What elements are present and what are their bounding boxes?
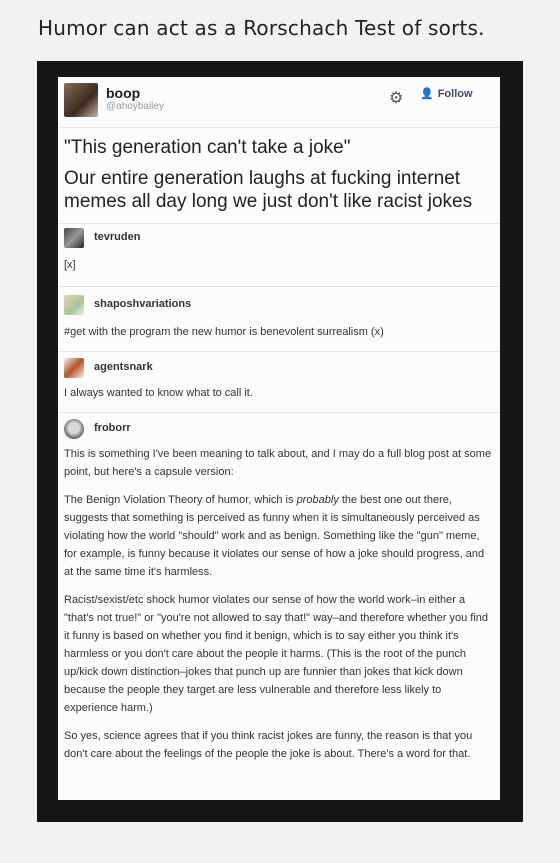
text-run: the best one out there, suggests that so… — [64, 494, 485, 578]
avatar[interactable] — [64, 295, 84, 315]
avatar[interactable] — [64, 419, 84, 439]
reply-username[interactable]: shaposhvariations — [94, 298, 191, 310]
reply-paragraph: This is something I've been meaning to t… — [64, 448, 492, 478]
post-header: boop @ahoybailey ⚙ 👤 Follow — [58, 77, 500, 128]
text-run: The Benign Violation Theory of humor, wh… — [64, 494, 297, 506]
avatar[interactable] — [64, 358, 84, 378]
post-text: Our entire generation laughs at fucking … — [64, 168, 473, 212]
reply-paragraph: The Benign Violation Theory of humor, wh… — [64, 491, 494, 581]
reply-paragraph: So yes, science agrees that if you think… — [64, 730, 473, 760]
reply-body: This is something I've been meaning to t… — [64, 441, 494, 763]
reply-body: I always wanted to know what to call it. — [64, 387, 253, 399]
reply-item: agentsnark I always wanted to know what … — [58, 351, 500, 412]
tumblr-post: boop @ahoybailey ⚙ 👤 Follow "This generat… — [58, 77, 500, 800]
follow-button[interactable]: 👤 Follow — [420, 87, 473, 100]
reply-item: froborr This is something I've been mean… — [58, 412, 500, 763]
emphasis-text: probably — [296, 494, 339, 506]
reply-paragraph: Racist/sexist/etc shock humor violates o… — [64, 594, 489, 714]
post-username[interactable]: boop — [106, 85, 140, 101]
follow-label: Follow — [437, 88, 473, 100]
reply-username[interactable]: froborr — [94, 422, 131, 434]
reply-item: shaposhvariations #get with the program … — [58, 286, 500, 351]
reply-body: [x] — [64, 259, 76, 271]
reply-body: #get with the program the new humor is b… — [64, 326, 384, 338]
image-caption: Humor can act as a Rorschach Test of sor… — [38, 16, 485, 40]
post-handle: @ahoybailey — [106, 101, 164, 112]
avatar[interactable] — [64, 83, 98, 117]
avatar[interactable] — [64, 228, 84, 248]
reply-item: tevruden [x] — [58, 223, 500, 286]
gear-icon[interactable]: ⚙ — [389, 88, 403, 108]
add-user-icon: 👤 — [420, 88, 434, 100]
post-quote: "This generation can't take a joke" — [64, 137, 351, 158]
reply-username[interactable]: agentsnark — [94, 361, 153, 373]
reply-username[interactable]: tevruden — [94, 231, 140, 243]
